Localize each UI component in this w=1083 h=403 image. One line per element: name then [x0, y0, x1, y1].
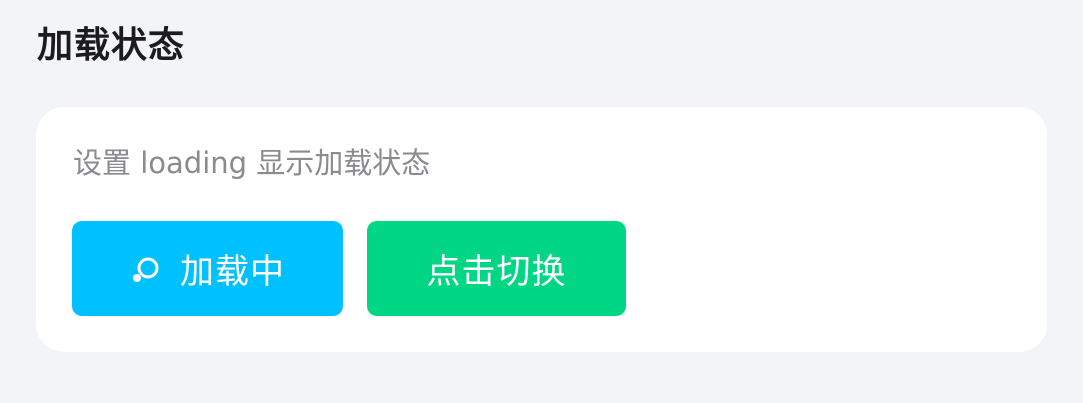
toggle-button[interactable]: 点击切换 [367, 221, 626, 316]
loading-button[interactable]: 加载中 [72, 221, 343, 316]
spinner-icon [130, 253, 162, 285]
loading-button-label: 加载中 [180, 252, 285, 292]
card-description: 设置 loading 显示加载状态 [73, 146, 431, 180]
demo-card: 设置 loading 显示加载状态 加载中 点击切换 [36, 107, 1047, 352]
toggle-button-label: 点击切换 [426, 252, 567, 292]
section-title: 加载状态 [37, 25, 186, 66]
